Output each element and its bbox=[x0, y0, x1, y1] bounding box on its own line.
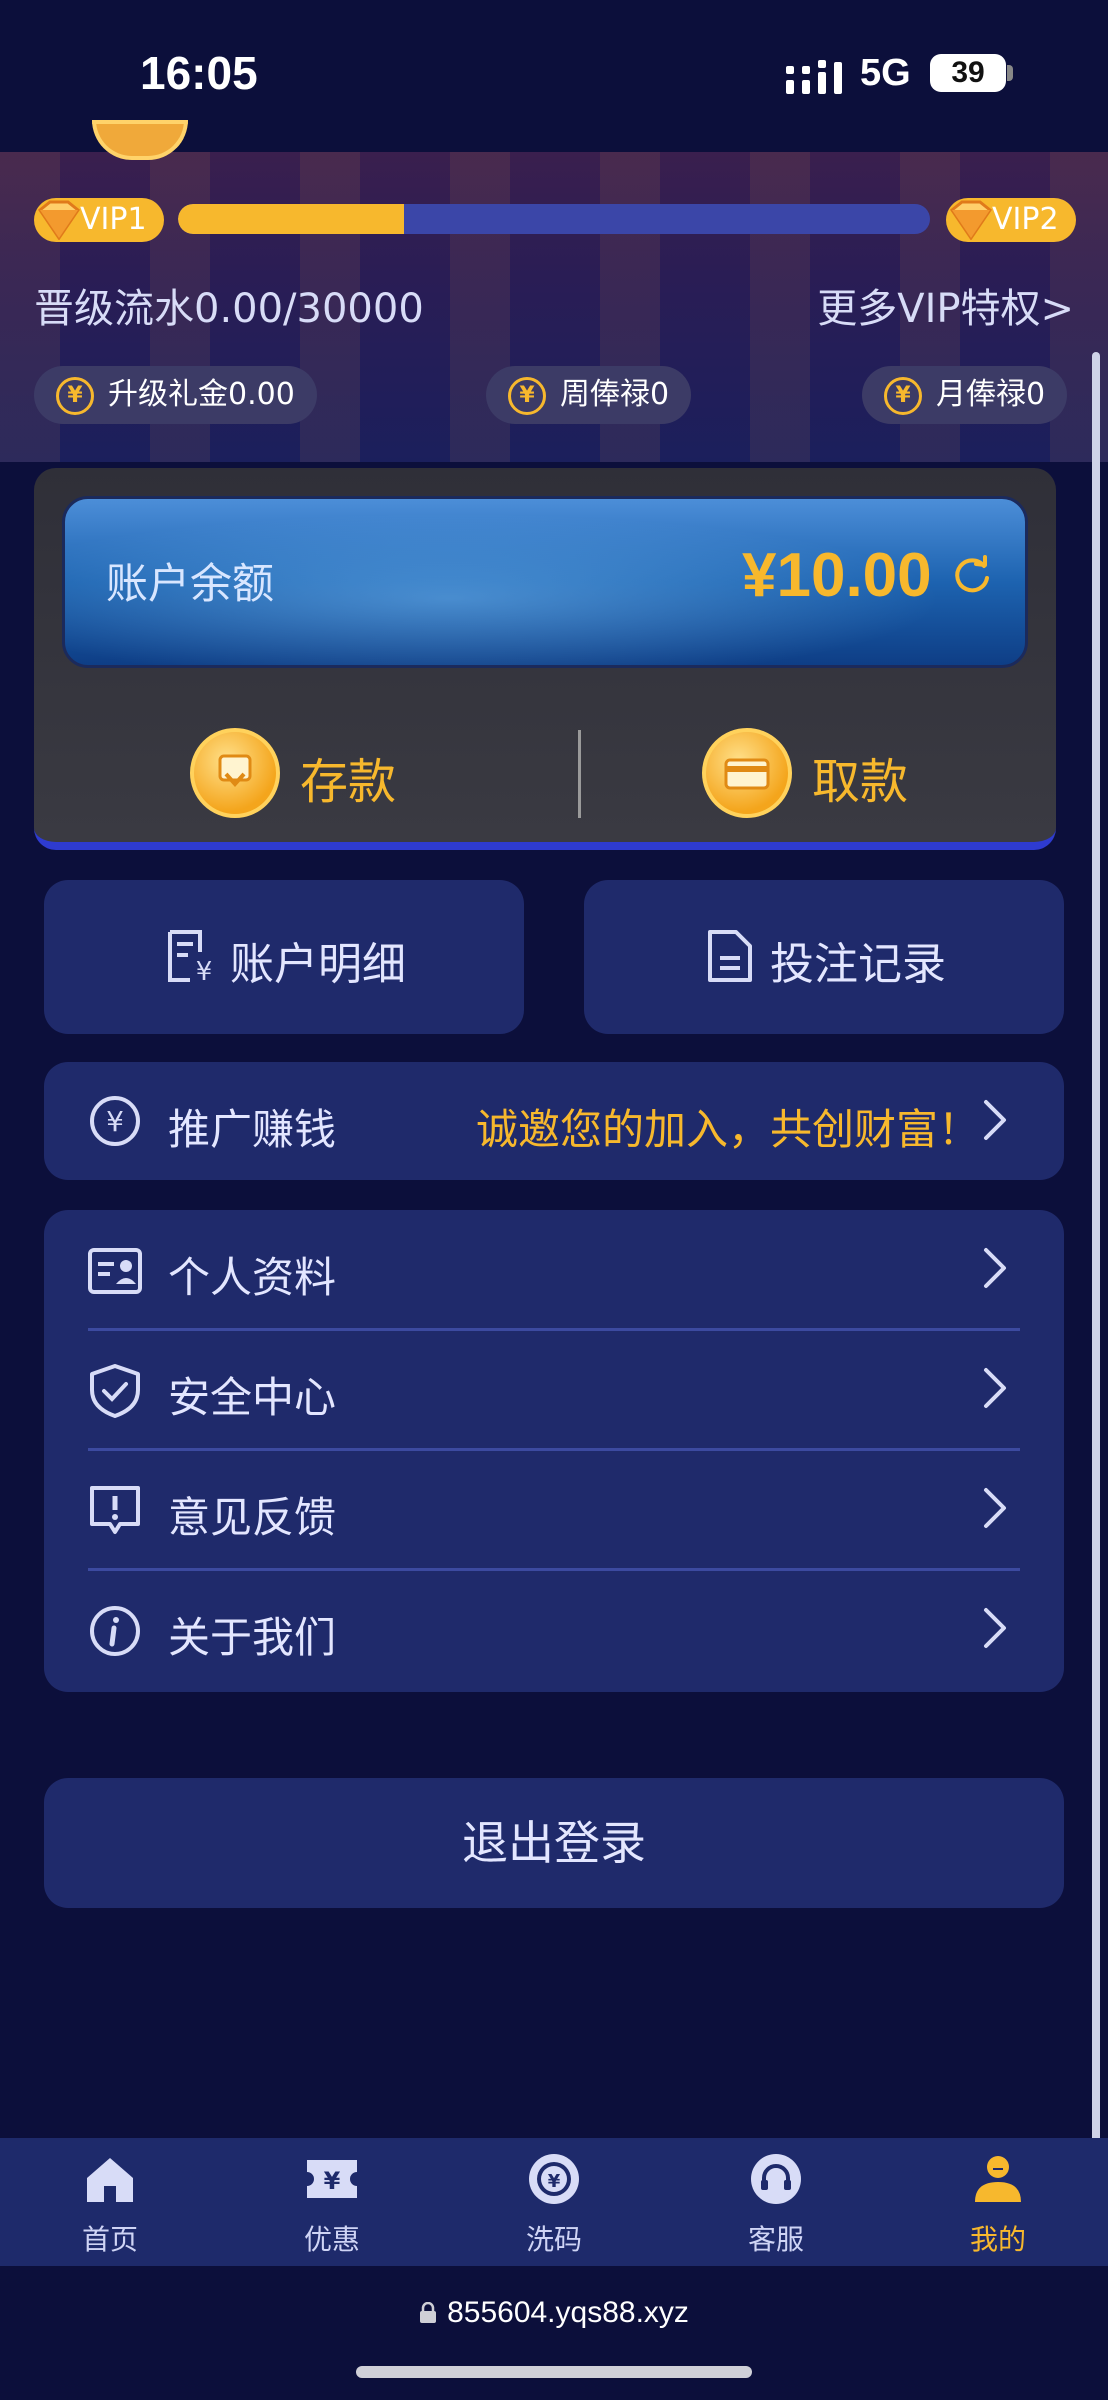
menu-item-profile[interactable]: 个人资料 bbox=[44, 1210, 1064, 1330]
tab-support[interactable]: 客服 bbox=[716, 2150, 836, 2258]
diamond-icon bbox=[37, 200, 81, 240]
weekly-salary-chip: ¥ 周俸禄0 bbox=[486, 366, 692, 424]
wallet-divider bbox=[578, 730, 581, 818]
receipt-yen-icon: ¥ bbox=[168, 930, 213, 984]
svg-text:¥: ¥ bbox=[548, 2171, 561, 2192]
menu-item-profile-label: 个人资料 bbox=[168, 1253, 337, 1302]
headset-icon bbox=[751, 2154, 801, 2204]
chevron-right-icon bbox=[984, 1608, 1006, 1648]
scrollbar[interactable] bbox=[1092, 352, 1100, 2258]
battery-icon: 39 bbox=[930, 54, 1006, 92]
tab-home[interactable]: 首页 bbox=[50, 2150, 170, 2258]
menu-item-feedback-label: 意见反馈 bbox=[168, 1493, 337, 1542]
lock-icon bbox=[420, 2301, 437, 2323]
menu-item-feedback[interactable]: 意见反馈 bbox=[44, 1452, 1064, 1570]
tab-promotions-label: 优惠 bbox=[303, 2223, 360, 2256]
tab-rebate-label: 洗码 bbox=[525, 2223, 582, 2256]
yen-circle-icon: ¥ bbox=[90, 1096, 140, 1146]
balance-value: ¥10.00 bbox=[742, 541, 932, 610]
menu-divider bbox=[88, 1448, 1020, 1451]
chevron-right-icon bbox=[984, 1368, 1006, 1408]
user-icon bbox=[975, 2156, 1021, 2202]
tab-rebate[interactable]: ¥ 洗码 bbox=[494, 2150, 614, 2258]
monthly-salary-label: 月俸禄0 bbox=[936, 377, 1046, 412]
bet-records-tile[interactable]: 投注记录 bbox=[584, 880, 1064, 1034]
vip-next-badge: VIP2 bbox=[946, 198, 1076, 242]
menu-divider bbox=[88, 1568, 1020, 1571]
vip-progress-fill bbox=[178, 204, 404, 234]
monthly-salary-chip: ¥ 月俸禄0 bbox=[862, 366, 1068, 424]
id-card-icon bbox=[88, 1248, 142, 1294]
feedback-icon bbox=[90, 1486, 140, 1534]
tab-support-label: 客服 bbox=[747, 2223, 804, 2256]
bet-records-label: 投注记录 bbox=[770, 939, 946, 990]
chevron-right-icon bbox=[984, 1248, 1006, 1288]
yen-coin-icon: ¥ bbox=[508, 377, 546, 415]
diamond-icon bbox=[949, 200, 993, 240]
battery-cap bbox=[1007, 65, 1013, 81]
vip-current-badge: VIP1 bbox=[34, 198, 164, 242]
svg-text:¥: ¥ bbox=[196, 957, 213, 984]
balance-label: 账户余额 bbox=[106, 559, 275, 608]
promotion-slogan: 诚邀您的加入，共创财富！ bbox=[476, 1105, 981, 1154]
card-icon bbox=[724, 758, 770, 790]
menu-item-security[interactable]: 安全中心 bbox=[44, 1332, 1064, 1450]
menu-divider bbox=[88, 1328, 1020, 1331]
withdraw-button[interactable]: 取款 bbox=[812, 742, 908, 812]
menu-item-about[interactable]: 关于我们 bbox=[44, 1572, 1064, 1690]
chevron-right-icon bbox=[984, 1488, 1006, 1528]
info-icon bbox=[90, 1606, 140, 1656]
logout-button[interactable]: 退出登录 bbox=[44, 1778, 1064, 1908]
tab-mine-label: 我的 bbox=[969, 2223, 1026, 2256]
tab-home-label: 首页 bbox=[81, 2223, 138, 2256]
url-bar[interactable]: 855604.yqs88.xyz bbox=[0, 2296, 1108, 2330]
upgrade-bonus-chip: ¥ 升级礼金0.00 bbox=[34, 366, 317, 424]
withdraw-icon[interactable] bbox=[702, 728, 792, 818]
menu-item-security-label: 安全中心 bbox=[168, 1373, 337, 1422]
signal-icon bbox=[786, 60, 842, 94]
account-details-label: 账户明细 bbox=[230, 939, 406, 990]
chevron-right-icon bbox=[984, 1100, 1006, 1140]
promotion-title: 推广赚钱 bbox=[168, 1105, 337, 1154]
home-indicator[interactable] bbox=[356, 2366, 752, 2378]
more-vip-link[interactable]: 更多VIP特权> bbox=[817, 276, 1074, 334]
tab-promotions[interactable]: ¥ 优惠 bbox=[272, 2150, 392, 2258]
svg-text:¥: ¥ bbox=[324, 2167, 341, 2195]
document-icon bbox=[708, 930, 752, 982]
vip-current-label: VIP1 bbox=[80, 202, 147, 237]
account-details-tile[interactable]: ¥ 账户明细 bbox=[44, 880, 524, 1034]
browser-bar bbox=[0, 2266, 1108, 2400]
upgrade-bonus-label: 升级礼金0.00 bbox=[108, 377, 295, 412]
yen-coin-icon: ¥ bbox=[884, 377, 922, 415]
url-text: 855604.yqs88.xyz bbox=[447, 2296, 689, 2329]
home-icon bbox=[87, 2158, 133, 2202]
chip-icon: ¥ bbox=[529, 2154, 579, 2204]
svg-text:¥: ¥ bbox=[106, 1105, 124, 1138]
status-time: 16:05 bbox=[140, 47, 258, 99]
download-arrow-icon bbox=[218, 754, 252, 787]
vip-progress-bar bbox=[178, 204, 930, 234]
vip-next-label: VIP2 bbox=[992, 202, 1059, 237]
deposit-button[interactable]: 存款 bbox=[300, 742, 396, 812]
vip-turnover-text: 晋级流水0.00/30000 bbox=[34, 286, 424, 332]
deposit-icon[interactable] bbox=[190, 728, 280, 818]
diamond-yen-icon: ¥ bbox=[56, 377, 94, 415]
shield-check-icon bbox=[90, 1364, 140, 1418]
network-type: 5G bbox=[860, 52, 911, 94]
menu-item-about-label: 关于我们 bbox=[168, 1613, 337, 1662]
weekly-salary-label: 周俸禄0 bbox=[560, 377, 670, 412]
tab-mine[interactable]: 我的 bbox=[938, 2150, 1058, 2258]
ticket-yen-icon: ¥ bbox=[307, 2160, 357, 2198]
refresh-icon[interactable] bbox=[950, 554, 994, 598]
